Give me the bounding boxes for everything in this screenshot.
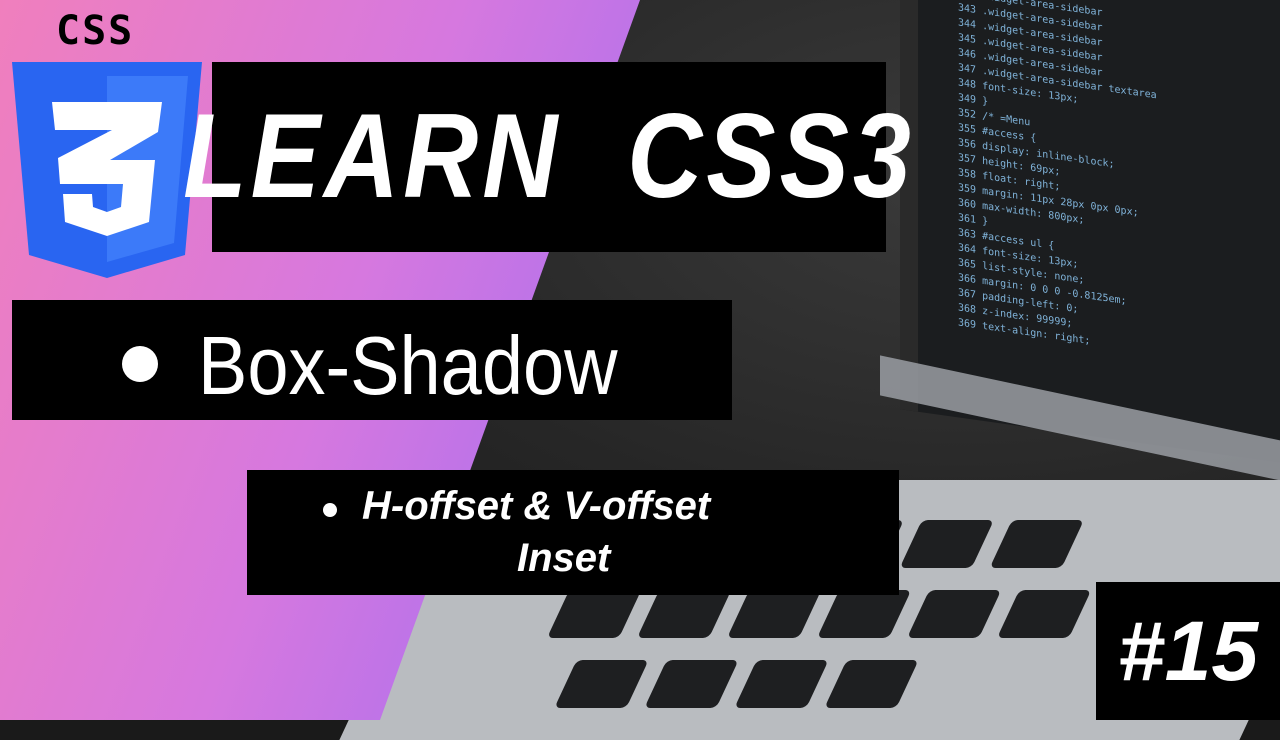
episode-badge: #15 [1096, 582, 1280, 720]
key [906, 590, 1002, 638]
key [636, 590, 732, 638]
episode-number: #15 [1117, 603, 1259, 698]
code-line: 361 } [958, 212, 989, 228]
page-title: LEARN CSS3 [183, 89, 915, 224]
subtopic-item: H-offset & V-offset [362, 484, 711, 528]
key [734, 660, 829, 708]
key [989, 520, 1084, 568]
key [824, 660, 919, 708]
shield-digit-3 [52, 102, 162, 236]
key [899, 520, 994, 568]
key [996, 590, 1092, 638]
key [726, 590, 822, 638]
title-banner: LEARN CSS3 [183, 62, 911, 252]
subtopic-bullet-icon [323, 503, 337, 517]
topic-label: Box-Shadow [198, 319, 618, 413]
key [554, 660, 649, 708]
topic-bullet-icon [122, 346, 158, 382]
key [816, 590, 912, 638]
css-wordmark: CSS [56, 8, 135, 54]
key [546, 590, 642, 638]
key [644, 660, 739, 708]
css3-shield-logo [12, 62, 202, 278]
code-editor: 342 .widget-area-sidebar 343 .widget-area… [918, 0, 1280, 347]
subtopic-item: Inset [517, 536, 611, 580]
code-line: 349 } [958, 92, 989, 108]
